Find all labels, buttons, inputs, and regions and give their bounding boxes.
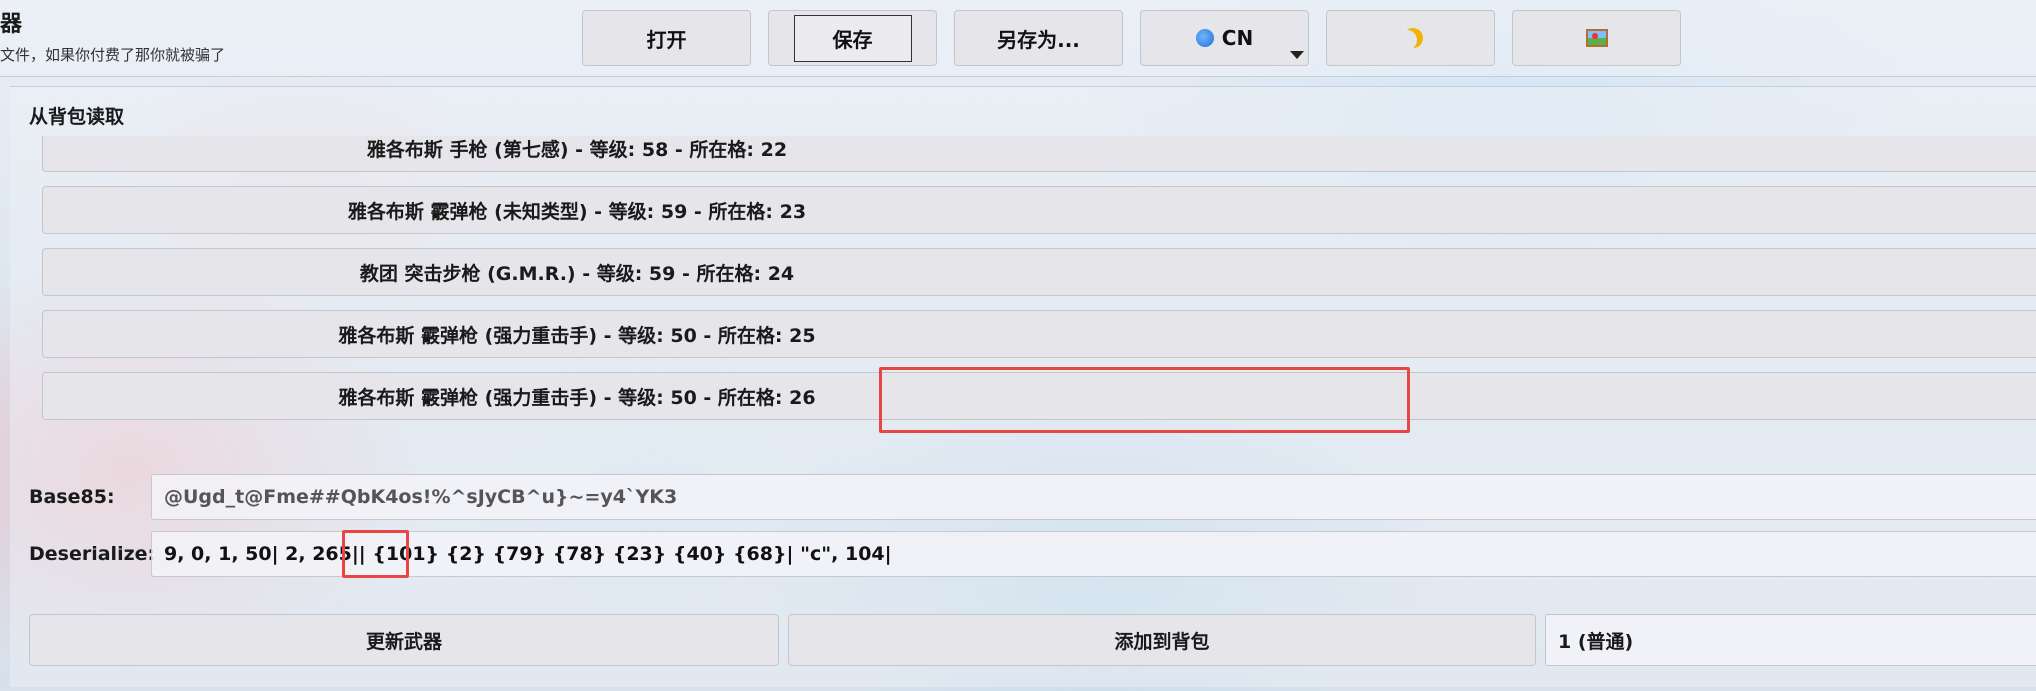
globe-icon bbox=[1195, 29, 1214, 47]
update-weapon-button[interactable]: 更新武器 bbox=[29, 614, 779, 666]
open-button-label: 打开 bbox=[646, 27, 687, 52]
add-to-backpack-label: 添加到背包 bbox=[1114, 630, 1210, 653]
add-to-backpack-button[interactable]: 添加到背包 bbox=[788, 614, 1536, 666]
rarity-value: 1 (普通) bbox=[1558, 630, 1634, 653]
chevron-down-icon bbox=[1290, 51, 1304, 59]
selected-item-highlight bbox=[879, 367, 1410, 433]
section-label-backpack: 从背包读取 bbox=[29, 106, 125, 128]
top-toolbar: 器 文件，如果你付费了那你就被骗了 打开 保存 另存为... CN bbox=[0, 0, 2036, 77]
language-label: CN bbox=[1221, 26, 1254, 50]
deserialize-input[interactable]: 9, 0, 1, 50| 2, 265|| {101} {2} {79} {78… bbox=[151, 531, 2036, 577]
deserialize-token-highlight bbox=[342, 530, 409, 578]
save-as-button-label: 另存为... bbox=[997, 27, 1080, 52]
theme-toggle-button[interactable] bbox=[1326, 10, 1495, 66]
list-item-label: 教团 突击步枪 (G.M.R.) - 等级: 59 - 所在格: 24 bbox=[359, 262, 795, 285]
list-item-label: 雅各布斯 霰弹枪 (强力重击手) - 等级: 50 - 所在格: 25 bbox=[338, 324, 816, 347]
base85-label: Base85: bbox=[29, 486, 115, 508]
list-item[interactable]: 雅各布斯 手枪 (第七感) - 等级: 58 - 所在格: 22 bbox=[42, 136, 2036, 172]
save-button-label: 保存 bbox=[793, 14, 912, 62]
list-item-label: 雅各布斯 霰弹枪 (未知类型) - 等级: 59 - 所在格: 23 bbox=[347, 200, 807, 223]
list-item[interactable]: 雅各布斯 霰弹枪 (强力重击手) - 等级: 50 - 所在格: 25 bbox=[42, 310, 2036, 358]
app-subtitle: 文件，如果你付费了那你就被骗了 bbox=[0, 46, 226, 64]
app-title: 器 bbox=[0, 12, 23, 37]
save-button[interactable]: 保存 bbox=[768, 10, 937, 66]
list-item[interactable]: 雅各布斯 霰弹枪 (未知类型) - 等级: 59 - 所在格: 23 bbox=[42, 186, 2036, 234]
list-item-label: 雅各布斯 手枪 (第七感) - 等级: 58 - 所在格: 22 bbox=[366, 138, 788, 161]
background-image-button[interactable] bbox=[1512, 10, 1681, 66]
list-item[interactable]: 教团 突击步枪 (G.M.R.) - 等级: 59 - 所在格: 24 bbox=[42, 248, 2036, 296]
moon-icon bbox=[1397, 30, 1417, 50]
base85-value: @Ugd_t@Fme##QbK4os!%^sJyCB^u}~=y4`YK3 bbox=[164, 486, 678, 508]
language-select[interactable]: CN bbox=[1140, 10, 1309, 66]
deserialize-label: Deserialize: bbox=[29, 543, 156, 565]
base85-input[interactable]: @Ugd_t@Fme##QbK4os!%^sJyCB^u}~=y4`YK3 bbox=[151, 474, 2036, 520]
deserialize-text-end: {2} {79} {78} {23} {40} {68}| "c", 104| bbox=[439, 543, 892, 565]
update-weapon-label: 更新武器 bbox=[365, 630, 442, 653]
save-as-button[interactable]: 另存为... bbox=[954, 10, 1123, 66]
picture-icon bbox=[1585, 29, 1608, 47]
open-button[interactable]: 打开 bbox=[582, 10, 751, 66]
rarity-select[interactable]: 1 (普通) bbox=[1545, 614, 2036, 666]
